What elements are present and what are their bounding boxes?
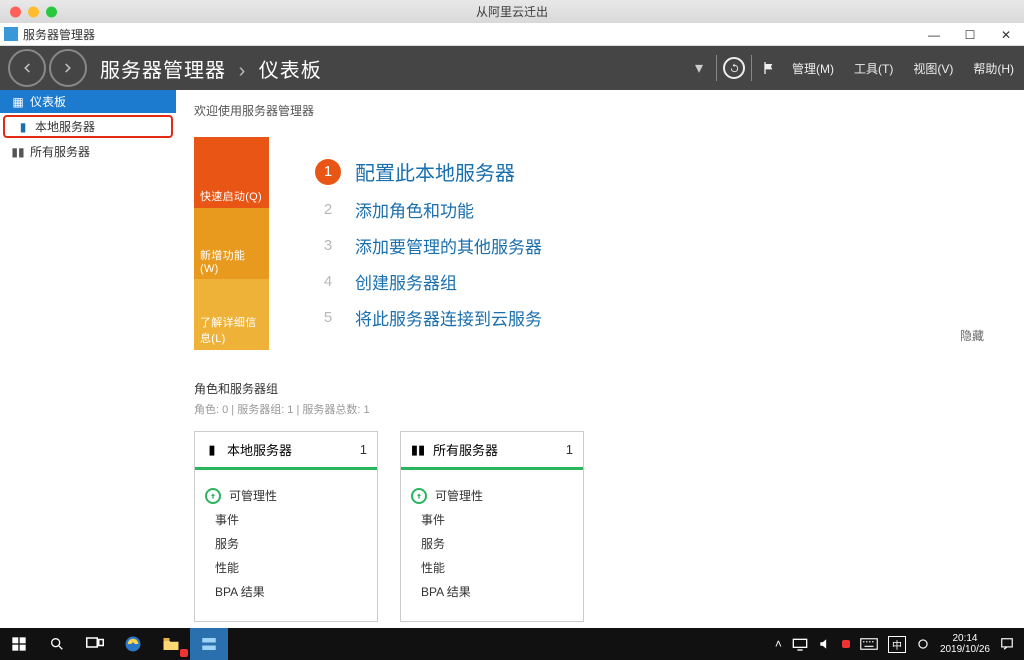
menu-tools[interactable]: 工具(T) (844, 46, 903, 90)
close-icon[interactable] (10, 6, 21, 17)
sidebar: ▦ 仪表板 ▮ 本地服务器 ▮▮ 所有服务器 (0, 90, 176, 646)
step-add-servers[interactable]: 3 添加要管理的其他服务器 (315, 232, 994, 258)
mac-title: 从阿里云迁出 (476, 3, 548, 20)
breadcrumb-page: 仪表板 (259, 60, 322, 82)
servers-icon: ▮▮ (12, 145, 24, 159)
sidebar-item-all-servers[interactable]: ▮▮ 所有服务器 (0, 140, 176, 163)
card-row-bpa[interactable]: BPA 结果 (215, 583, 367, 600)
zoom-icon[interactable] (46, 6, 57, 17)
card-row-manageable[interactable]: 可管理性 (205, 487, 367, 504)
step-label: 将此服务器连接到云服务 (355, 305, 542, 330)
status-up-icon (205, 488, 221, 504)
step-label: 配置此本地服务器 (355, 157, 515, 186)
tray-up-icon[interactable]: ˄ (775, 637, 782, 651)
taskbar-ie[interactable] (114, 628, 152, 660)
servers-icon: ▮▮ (411, 443, 425, 457)
menu-help[interactable]: 帮助(H) (963, 46, 1024, 90)
server-icon: ▮ (205, 443, 219, 457)
step-number-1: 1 (315, 159, 341, 185)
roles-section-subtitle: 角色: 0 | 服务器组: 1 | 服务器总数: 1 (194, 401, 994, 417)
taskbar: ˄ 中 20:14 2019/10/26 (0, 628, 1024, 660)
card-row-performance[interactable]: 性能 (215, 559, 367, 576)
card-row-performance[interactable]: 性能 (421, 559, 573, 576)
main-content: 欢迎使用服务器管理器 快速启动(Q) 新增功能(W) 了解详细信息(L) 1 配… (176, 90, 1024, 646)
step-create-group[interactable]: 4 创建服务器组 (315, 268, 994, 294)
quickstart-panel: 快速启动(Q) 新增功能(W) 了解详细信息(L) 1 配置此本地服务器 2 添… (194, 137, 994, 350)
step-label: 添加要管理的其他服务器 (355, 233, 542, 258)
step-number-4: 4 (315, 268, 341, 294)
window-close-button[interactable]: ✕ (988, 23, 1024, 46)
step-number-3: 3 (315, 232, 341, 258)
tray-notifications-icon[interactable] (1000, 637, 1014, 651)
card-row-bpa[interactable]: BPA 结果 (421, 583, 573, 600)
card-row-services[interactable]: 服务 (421, 535, 573, 552)
tray-badge (842, 640, 850, 648)
step-connect-cloud[interactable]: 5 将此服务器连接到云服务 (315, 304, 994, 330)
tray-network-icon[interactable] (792, 637, 808, 651)
tile-learnmore[interactable]: 了解详细信息(L) (194, 279, 269, 350)
notifications-flag-button[interactable] (756, 60, 782, 76)
step-add-roles[interactable]: 2 添加角色和功能 (315, 196, 994, 222)
app-titlebar: 服务器管理器 — ☐ ✕ (0, 23, 1024, 46)
card-row-events[interactable]: 事件 (215, 511, 367, 528)
dashboard-icon: ▦ (12, 95, 24, 109)
taskbar-explorer[interactable] (152, 628, 190, 660)
tray-keyboard-icon[interactable] (860, 638, 878, 650)
card-local-server[interactable]: ▮ 本地服务器 1 可管理性 事件 服务 性能 BPA 结果 (194, 431, 378, 622)
menu-view[interactable]: 视图(V) (903, 46, 963, 90)
nav-forward-button[interactable] (49, 49, 87, 87)
step-number-5: 5 (315, 304, 341, 330)
chevron-right-icon: › (239, 60, 247, 82)
window-maximize-button[interactable]: ☐ (952, 23, 988, 46)
card-title: 本地服务器 (227, 440, 292, 459)
tile-whatsnew[interactable]: 新增功能(W) (194, 208, 269, 279)
sidebar-item-label: 所有服务器 (30, 143, 90, 160)
refresh-button[interactable] (721, 57, 747, 79)
separator (751, 55, 752, 81)
nav-back-button[interactable] (8, 49, 46, 87)
taskbar-server-manager[interactable] (190, 628, 228, 660)
taskbar-badge (180, 649, 188, 657)
sidebar-item-label: 本地服务器 (35, 118, 95, 135)
tray-volume-icon[interactable] (818, 637, 832, 651)
card-count: 1 (566, 442, 573, 457)
window-minimize-button[interactable]: — (916, 23, 952, 46)
taskview-button[interactable] (76, 628, 114, 660)
card-count: 1 (360, 442, 367, 457)
roles-section-title: 角色和服务器组 (194, 380, 994, 397)
mac-titlebar: 从阿里云迁出 (0, 0, 1024, 23)
step-label: 添加角色和功能 (355, 197, 474, 222)
card-all-servers[interactable]: ▮▮ 所有服务器 1 可管理性 事件 服务 性能 BPA 结果 (400, 431, 584, 622)
minimize-icon[interactable] (28, 6, 39, 17)
tray-ime[interactable]: 中 (888, 636, 906, 653)
server-icon: ▮ (17, 120, 29, 134)
sidebar-item-label: 仪表板 (30, 93, 66, 110)
header-dropdown-button[interactable]: ▾ (686, 58, 712, 78)
header-bar: 服务器管理器 › 仪表板 ▾ 管理(M) 工具(T) 视图(V) 帮助(H) (0, 46, 1024, 90)
menu-manage[interactable]: 管理(M) (782, 46, 844, 90)
card-row-services[interactable]: 服务 (215, 535, 367, 552)
welcome-title: 欢迎使用服务器管理器 (194, 102, 994, 119)
app-title: 服务器管理器 (23, 26, 95, 43)
breadcrumb[interactable]: 服务器管理器 › 仪表板 (100, 54, 322, 83)
hide-link[interactable]: 隐藏 (960, 327, 984, 344)
taskbar-clock[interactable]: 20:14 2019/10/26 (940, 633, 990, 656)
tray-settings-icon[interactable] (916, 637, 930, 651)
card-row-events[interactable]: 事件 (421, 511, 573, 528)
app-icon (4, 27, 18, 41)
breadcrumb-root: 服务器管理器 (100, 60, 226, 82)
sidebar-item-local-server[interactable]: ▮ 本地服务器 (3, 115, 173, 138)
step-label: 创建服务器组 (355, 269, 457, 294)
step-configure-local[interactable]: 1 配置此本地服务器 (315, 157, 994, 186)
separator (716, 55, 717, 81)
card-title: 所有服务器 (433, 440, 498, 459)
search-button[interactable] (38, 628, 76, 660)
card-row-manageable[interactable]: 可管理性 (411, 487, 573, 504)
step-number-2: 2 (315, 196, 341, 222)
status-up-icon (411, 488, 427, 504)
tile-quickstart[interactable]: 快速启动(Q) (194, 137, 269, 208)
start-button[interactable] (0, 628, 38, 660)
sidebar-item-dashboard[interactable]: ▦ 仪表板 (0, 90, 176, 113)
